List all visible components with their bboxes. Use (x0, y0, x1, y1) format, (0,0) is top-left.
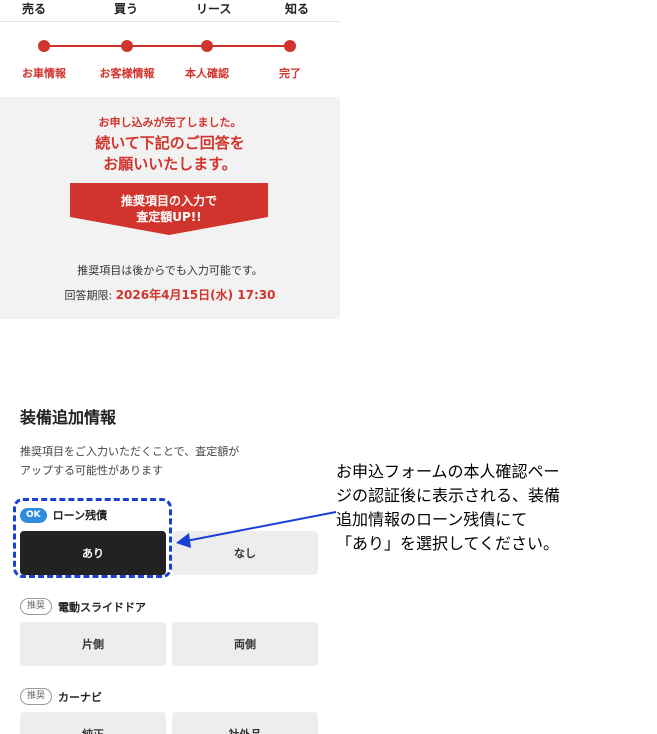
pointer-arrow (176, 511, 337, 548)
callout-line1: お申込フォームの本人確認ペー (336, 462, 560, 481)
instruction-callout: お申込フォームの本人確認ペー ジの認証後に表示される、装備 追加情報のローン残債… (336, 460, 657, 556)
callout-line2: ジの認証後に表示される、装備 (336, 486, 561, 505)
callout-line3: 追加情報のローン残債にて (336, 510, 528, 529)
callout-line4: 「あり」を選択してください。 (336, 534, 560, 553)
